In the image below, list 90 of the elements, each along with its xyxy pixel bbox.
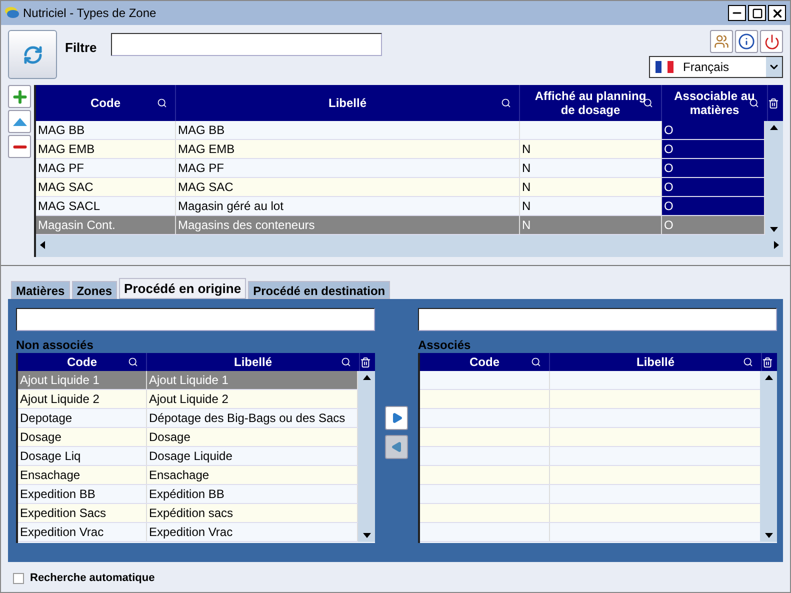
table-cell: O <box>662 140 765 158</box>
table-row[interactable]: Dosage Dosage <box>18 428 358 447</box>
scroll-right-icon[interactable] <box>774 240 779 248</box>
table-row[interactable]: Dosage Liq Dosage Liquide <box>18 447 358 466</box>
add-to-associated-button[interactable] <box>385 406 408 430</box>
scroll-down-icon[interactable] <box>764 533 772 538</box>
flag-icon <box>654 61 675 73</box>
scroll-up-icon[interactable] <box>770 125 778 130</box>
refresh-button[interactable] <box>8 30 57 79</box>
table-cell: MAG EMB <box>36 140 176 158</box>
scroll-up-icon[interactable] <box>764 375 772 380</box>
scroll-down-icon[interactable] <box>770 227 778 232</box>
table-cell: O <box>662 159 765 177</box>
table-row[interactable]: Ensachage Ensachage <box>18 466 358 485</box>
table-cell: Dosage <box>18 428 147 446</box>
users-button[interactable] <box>710 30 733 53</box>
tab[interactable]: Procédé en origine <box>119 278 246 299</box>
table-cell: MAG PF <box>176 159 520 177</box>
search-field[interactable] <box>418 308 777 331</box>
trash-icon[interactable] <box>360 356 371 368</box>
search-icon[interactable] <box>501 98 511 108</box>
table-cell: MAG SAC <box>36 178 176 196</box>
search-icon[interactable] <box>157 98 167 108</box>
table-row[interactable]: Depotage Dépotage des Big-Bags ou des Sacs <box>18 409 358 428</box>
minimize-button[interactable] <box>728 5 746 21</box>
scroll-up-icon[interactable] <box>362 375 370 380</box>
table-cell: Ajout Liquide 1 <box>18 371 147 389</box>
scrollbar[interactable] <box>358 371 375 542</box>
table-cell: Expedition Sacs <box>18 504 147 522</box>
maximize-button[interactable] <box>748 5 766 21</box>
table-row[interactable]: MAG EMB MAG EMB N O <box>36 140 765 159</box>
table-cell: O <box>662 121 765 139</box>
table-cell: Magasin Cont. <box>36 216 176 234</box>
table-cell: O <box>662 197 765 215</box>
table-cell: Expedition Vrac <box>18 523 147 541</box>
search-field[interactable] <box>16 308 375 331</box>
table-cell: Dosage Liq <box>18 447 147 465</box>
table-cell: Ensachage <box>18 466 147 484</box>
app-logo-icon <box>5 7 19 19</box>
table-row[interactable]: MAG BB MAG BB O <box>36 121 765 140</box>
tab[interactable]: Matières <box>11 281 70 299</box>
refresh-icon[interactable] <box>22 44 42 64</box>
table-row[interactable]: Expedition Vrac Expedition Vrac <box>18 523 358 542</box>
list-title: Associés <box>418 337 472 353</box>
table-cell: MAG BB <box>36 121 176 139</box>
trash-icon[interactable] <box>762 356 773 368</box>
search-icon[interactable] <box>743 357 753 367</box>
table-cell: Expedition BB <box>18 485 147 503</box>
table-cell: MAG PF <box>36 159 176 177</box>
filter-label: Filtre <box>65 39 97 57</box>
table-cell: N <box>520 216 662 234</box>
move-up-button[interactable] <box>8 110 31 133</box>
search-icon[interactable] <box>531 357 541 367</box>
trash-icon[interactable] <box>768 98 779 108</box>
table-row[interactable]: MAG SAC MAG SAC N O <box>36 178 765 197</box>
tab[interactable]: Zones <box>72 281 118 299</box>
arrow-right-icon[interactable] <box>390 412 402 424</box>
users-icon[interactable] <box>714 34 729 49</box>
language-dropdown[interactable]: Français <box>649 56 783 78</box>
triangle-up-icon[interactable] <box>12 118 26 126</box>
search-icon[interactable] <box>341 357 351 367</box>
table-cell: O <box>662 178 765 196</box>
scrollbar[interactable] <box>760 371 777 542</box>
table-row[interactable]: Expedition Sacs Expédition sacs <box>18 504 358 523</box>
power-button[interactable] <box>760 30 783 53</box>
table-cell: Depotage <box>18 409 147 427</box>
table-row[interactable]: MAG PF MAG PF N O <box>36 159 765 178</box>
list-title: Non associés <box>16 337 94 353</box>
tab[interactable]: Procédé en destination <box>248 281 390 299</box>
table-cell: MAG EMB <box>176 140 520 158</box>
table-cell: MAG SACL <box>36 197 176 215</box>
table-cell: MAG SAC <box>176 178 520 196</box>
maximize-icon[interactable] <box>752 8 762 18</box>
checkbox-label: Recherche automatique <box>30 571 155 586</box>
table-cell: Magasins des conteneurs <box>176 216 520 234</box>
table-cell: MAG BB <box>176 121 520 139</box>
table-row[interactable]: MAG SACL Magasin géré au lot N O <box>36 197 765 216</box>
filter-field[interactable] <box>110 33 382 56</box>
table-cell: Magasin géré au lot <box>176 197 520 215</box>
table-row[interactable]: Magasin Cont. Magasins des conteneurs N O <box>36 216 765 235</box>
scroll-left-icon[interactable] <box>40 240 45 248</box>
checkbox[interactable] <box>13 572 24 584</box>
table-row[interactable]: Expedition BB Expédition BB <box>18 485 358 504</box>
scroll-down-icon[interactable] <box>362 533 370 538</box>
window-title: Nutriciel - Types de Zone <box>23 5 156 22</box>
table-cell: Ajout Liquide 2 <box>18 390 147 408</box>
power-icon[interactable] <box>764 34 780 50</box>
table-row[interactable]: Ajout Liquide 2 Ajout Liquide 2 <box>18 390 358 409</box>
table-row[interactable]: Ajout Liquide 1 Ajout Liquide 1 <box>18 371 358 390</box>
search-icon[interactable] <box>128 357 138 367</box>
